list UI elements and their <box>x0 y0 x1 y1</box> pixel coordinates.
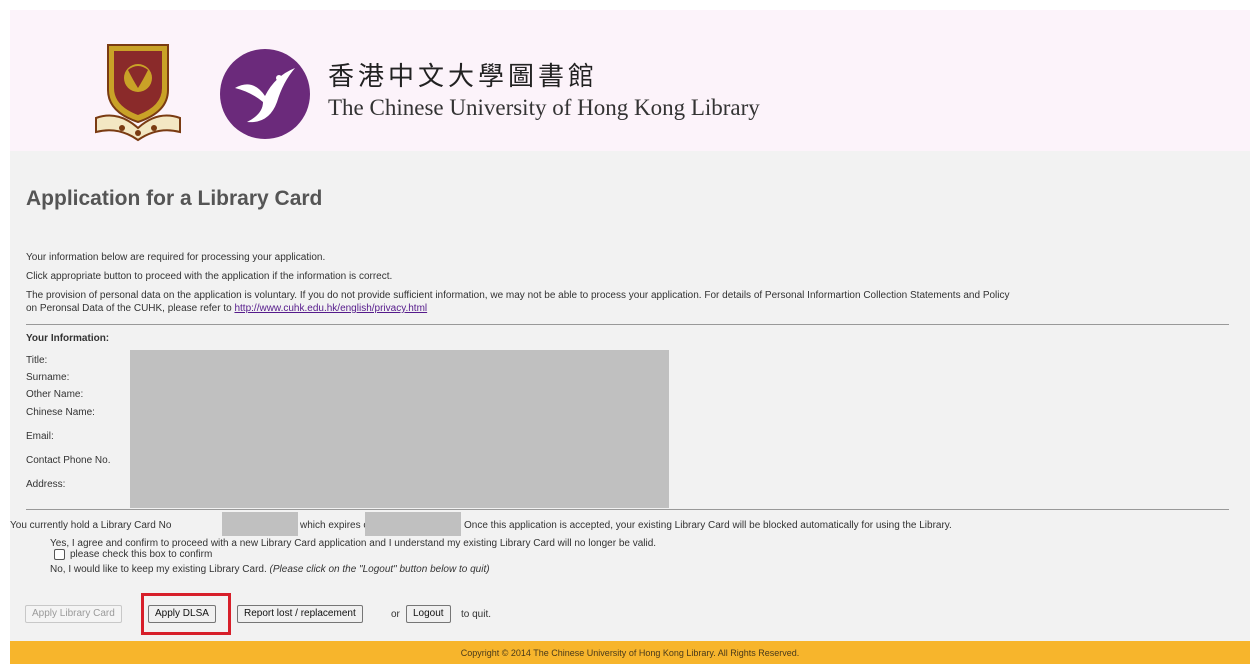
library-emblem-logo <box>220 49 310 139</box>
divider <box>26 509 1229 510</box>
keep-card-text: No, I would like to keep my existing Lib… <box>50 564 490 575</box>
your-information-heading: Your Information: <box>26 333 110 344</box>
chinese-name-label: Chinese Name: <box>26 407 95 418</box>
library-name-chinese: 香港中文大學圖書館 <box>328 62 599 92</box>
highlight-box <box>141 593 231 635</box>
main-content: Application for a Library Card Your info… <box>10 151 1250 664</box>
privacy-text-1: The provision of personal data on the ap… <box>26 290 1010 301</box>
email-label: Email: <box>26 431 54 442</box>
privacy-text-2: on Peronsal Data of the CUHK, please ref… <box>26 303 427 314</box>
surname-label: Surname: <box>26 372 70 383</box>
card-text-2: which expires on <box>300 520 375 531</box>
privacy-text-prefix: on Peronsal Data of the CUHK, please ref… <box>26 303 235 314</box>
intro-text-2: Click appropriate button to proceed with… <box>26 271 393 282</box>
card-text-3: Once this application is accepted, your … <box>464 520 952 531</box>
redacted-personal-info <box>130 350 669 508</box>
quit-text: to quit. <box>461 609 492 620</box>
confirm-checkbox[interactable] <box>54 549 65 560</box>
cuhk-crest-logo <box>95 44 181 142</box>
logout-hint: (Please click on the "Logout" button bel… <box>269 564 490 575</box>
divider <box>26 324 1229 325</box>
report-lost-button[interactable]: Report lost / replacement <box>237 605 363 623</box>
site-footer: Copyright © 2014 The Chinese University … <box>10 641 1250 664</box>
intro-text-1: Your information below are required for … <box>26 252 326 263</box>
address-label: Address: <box>26 479 66 490</box>
privacy-policy-link[interactable]: http://www.cuhk.edu.hk/english/privacy.h… <box>234 303 427 314</box>
redacted-expiry-date <box>365 512 461 536</box>
library-name-english: The Chinese University of Hong Kong Libr… <box>328 95 760 120</box>
page-title: Application for a Library Card <box>26 187 323 210</box>
copyright-text: Copyright © 2014 The Chinese University … <box>460 647 800 658</box>
keep-card-option: No, I would like to keep my existing Lib… <box>50 564 270 575</box>
logout-button[interactable]: Logout <box>406 605 451 623</box>
or-text: or <box>391 609 400 620</box>
site-header: 香港中文大學圖書館 The Chinese University of Hong… <box>10 10 1250 151</box>
apply-library-card-button[interactable]: Apply Library Card <box>25 605 122 623</box>
agree-text: Yes, I agree and confirm to proceed with… <box>50 538 657 549</box>
title-label: Title: <box>26 355 48 366</box>
other-name-label: Other Name: <box>26 389 84 400</box>
confirm-checkbox-label: please check this box to confirm <box>70 549 213 560</box>
phone-label: Contact Phone No. <box>26 455 111 466</box>
card-text-1: You currently hold a Library Card No <box>10 520 172 531</box>
redacted-card-number <box>222 512 298 536</box>
